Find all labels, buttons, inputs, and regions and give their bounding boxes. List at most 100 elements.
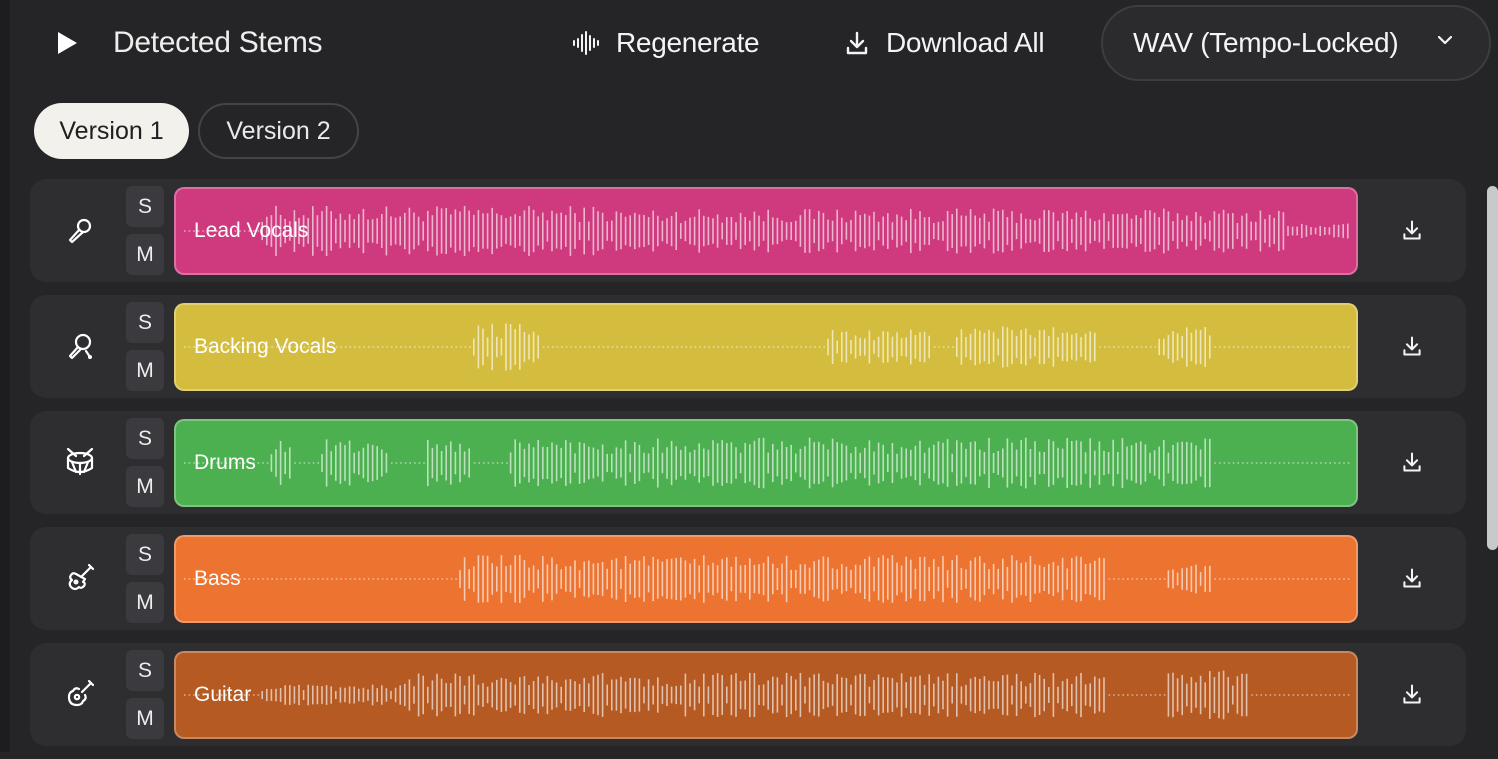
- waveform-dot: [1311, 462, 1313, 464]
- waveform-dot: [1214, 462, 1216, 464]
- waveform-dot: [441, 346, 444, 348]
- waveform-dot: [745, 346, 747, 348]
- waveform-dot: [763, 346, 766, 348]
- regenerate-button[interactable]: Regenerate: [572, 22, 760, 64]
- waveform-dot: [1251, 346, 1253, 348]
- left-edge: [0, 0, 10, 752]
- waveform-dot: [1255, 578, 1258, 580]
- waveform-dot: [469, 346, 471, 348]
- waveform-dot: [400, 346, 402, 348]
- waveform-dot: [823, 346, 825, 348]
- waveform-track[interactable]: Bass: [174, 535, 1358, 623]
- waveform-dot: [1292, 346, 1295, 348]
- stem-name: Bass: [194, 567, 241, 590]
- waveform-track[interactable]: Backing Vocals: [174, 303, 1358, 391]
- waveform-dot: [1113, 578, 1115, 580]
- waveform-dot: [308, 462, 310, 464]
- waveform-dot: [644, 346, 646, 348]
- waveform-dot: [188, 346, 191, 348]
- waveform-dot: [1338, 578, 1341, 580]
- mute-button[interactable]: M: [126, 466, 164, 507]
- download-all-button[interactable]: Download All: [844, 22, 1045, 64]
- waveform-dot: [1269, 694, 1272, 696]
- waveform-dot: [349, 578, 352, 580]
- waveform-dot: [423, 346, 425, 348]
- waveform-dot: [579, 346, 582, 348]
- waveform-dot: [676, 346, 678, 348]
- waveform-dot: [1288, 346, 1290, 348]
- waveform-dot: [345, 578, 347, 580]
- waveform-dot: [1228, 578, 1230, 580]
- page-title: Detected Stems: [113, 26, 323, 59]
- waveform-dot: [1136, 694, 1138, 696]
- stem-download-button[interactable]: [1396, 446, 1428, 478]
- solo-button[interactable]: S: [126, 534, 164, 575]
- waveform-dot: [1288, 462, 1290, 464]
- waveform-track[interactable]: Guitar: [174, 651, 1358, 739]
- waveform-dot: [1334, 694, 1336, 696]
- waveform-dot: [391, 462, 393, 464]
- waveform-dot: [188, 694, 191, 696]
- waveform-dot: [754, 346, 756, 348]
- waveform-dot: [299, 578, 301, 580]
- stem-download-button[interactable]: [1396, 562, 1428, 594]
- stem-name: Guitar: [194, 683, 252, 706]
- waveform-dot: [1315, 462, 1318, 464]
- waveform-dot: [607, 346, 609, 348]
- solo-button[interactable]: S: [126, 418, 164, 459]
- stem-row-bass: S M Bass: [30, 527, 1466, 630]
- waveform-dot: [423, 578, 425, 580]
- play-button[interactable]: [50, 26, 84, 60]
- waveform-dot: [1232, 578, 1235, 580]
- waveform-dot: [1223, 462, 1226, 464]
- waveform-dot: [391, 346, 393, 348]
- waveform-dot: [1108, 694, 1111, 696]
- waveform-dot: [1329, 694, 1331, 696]
- waveform-dot: [501, 462, 503, 464]
- waveform-dot: [952, 346, 954, 348]
- waveform-dot: [1150, 578, 1152, 580]
- waveform-dot: [446, 578, 448, 580]
- waveform-dot: [717, 346, 720, 348]
- stem-download-button[interactable]: [1396, 330, 1428, 362]
- waveform-dot: [1334, 462, 1336, 464]
- waveform-dot: [749, 346, 752, 348]
- format-dropdown[interactable]: WAV (Tempo-Locked): [1101, 5, 1491, 81]
- mute-button[interactable]: M: [126, 582, 164, 623]
- mute-button[interactable]: M: [126, 698, 164, 739]
- waveform-dot: [1108, 346, 1111, 348]
- stem-download-button[interactable]: [1396, 678, 1428, 710]
- solo-button[interactable]: S: [126, 650, 164, 691]
- waveform-dot: [648, 346, 651, 348]
- waveform-dot: [1246, 346, 1249, 348]
- waveform-dot: [427, 578, 430, 580]
- solo-button[interactable]: S: [126, 186, 164, 227]
- waveform-dot: [358, 346, 361, 348]
- waveform-dot: [1113, 346, 1115, 348]
- tab-version-1[interactable]: Version 1: [34, 103, 189, 159]
- waveform-dot: [782, 346, 784, 348]
- stem-download-button[interactable]: [1396, 214, 1428, 246]
- waveform-dot: [409, 462, 411, 464]
- mute-button[interactable]: M: [126, 350, 164, 391]
- waveform-track[interactable]: Drums: [174, 419, 1358, 507]
- waveform-dot: [184, 578, 186, 580]
- waveform-dot: [345, 346, 347, 348]
- waveform-dot: [276, 578, 278, 580]
- waveform-dot: [1223, 346, 1226, 348]
- tab-version-2[interactable]: Version 2: [198, 103, 359, 159]
- waveform-dot: [496, 462, 499, 464]
- solo-button[interactable]: S: [126, 302, 164, 343]
- mute-button[interactable]: M: [126, 234, 164, 275]
- waveform-track[interactable]: Lead Vocals: [174, 187, 1358, 275]
- waveform-dot: [299, 462, 301, 464]
- waveform-dot: [317, 462, 319, 464]
- download-icon: [846, 31, 868, 55]
- scrollbar[interactable]: [1487, 186, 1498, 550]
- waveform-dot: [400, 462, 402, 464]
- waveform-dot: [1255, 462, 1258, 464]
- waveform-dot: [257, 578, 260, 580]
- waveform-dot: [630, 346, 632, 348]
- waveform-dot: [1320, 462, 1322, 464]
- waveform-dot: [768, 346, 770, 348]
